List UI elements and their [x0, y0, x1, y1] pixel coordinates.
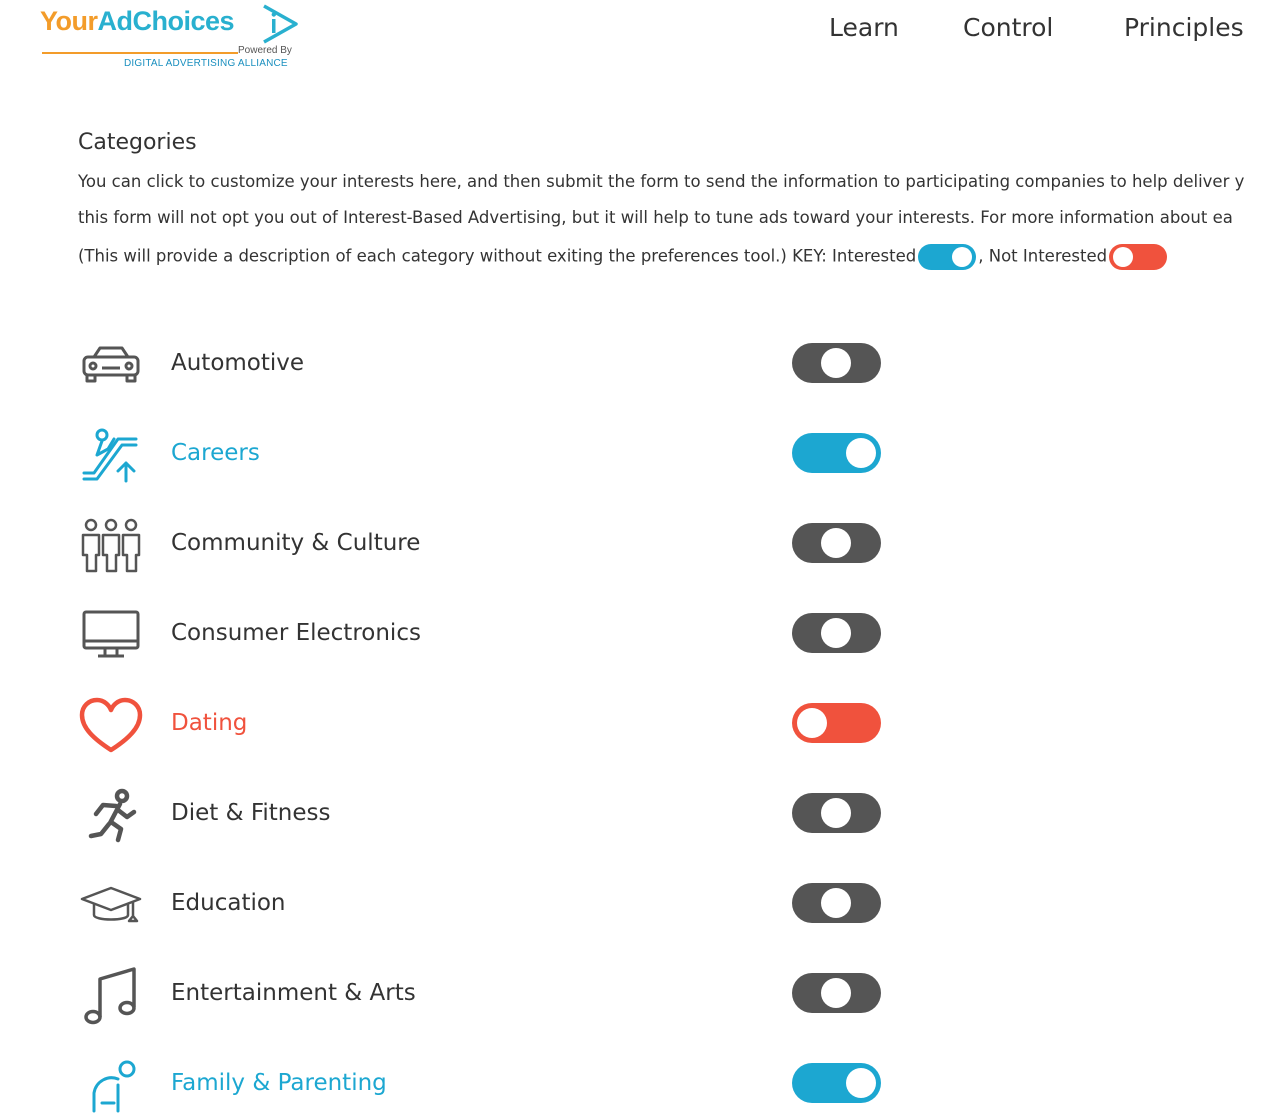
- toggle-knob: [821, 888, 851, 918]
- toggle-knob: [846, 438, 876, 468]
- category-label-education[interactable]: Education: [171, 890, 286, 916]
- category-row-family-parenting: Family & Parenting: [78, 1050, 898, 1120]
- category-row-careers: Careers: [78, 420, 898, 490]
- category-label-automotive[interactable]: Automotive: [171, 350, 304, 376]
- toggle-education[interactable]: [792, 883, 881, 923]
- category-label-entertainment-arts[interactable]: Entertainment & Arts: [171, 980, 416, 1006]
- toggle-community-culture[interactable]: [792, 523, 881, 563]
- category-row-education: Education: [78, 870, 898, 940]
- key-not-interested-toggle: [1109, 244, 1168, 270]
- toggle-knob: [821, 618, 851, 648]
- family-icon: [78, 1055, 144, 1115]
- description-line-1: You can click to customize your interest…: [78, 172, 1245, 191]
- nav-principles[interactable]: Principles: [1124, 13, 1244, 42]
- description-line-2: this form will not opt you out of Intere…: [78, 208, 1233, 227]
- category-label-family-parenting[interactable]: Family & Parenting: [171, 1070, 387, 1096]
- daa-label: DIGITAL ADVERTISING ALLIANCE: [124, 58, 288, 69]
- toggle-diet-fitness[interactable]: [792, 793, 881, 833]
- toggle-knob: [797, 708, 827, 738]
- nav-learn[interactable]: Learn: [829, 13, 899, 42]
- escalator-icon: [78, 425, 144, 485]
- category-label-community-culture[interactable]: Community & Culture: [171, 530, 420, 556]
- page-title: Categories: [78, 130, 197, 155]
- people-group-icon: [78, 515, 144, 575]
- adchoices-icon: [263, 4, 298, 44]
- nav-control[interactable]: Control: [963, 13, 1053, 42]
- category-row-diet-fitness: Diet & Fitness: [78, 780, 898, 850]
- music-note-icon: [78, 965, 144, 1025]
- logo[interactable]: YourAdChoices Powered By DIGITAL ADVERTI…: [38, 2, 308, 74]
- category-row-consumer-electronics: Consumer Electronics: [78, 600, 898, 670]
- toggle-knob: [821, 978, 851, 1008]
- car-icon: [78, 335, 144, 395]
- key-text-not-interested: , Not Interested: [978, 246, 1108, 266]
- toggle-knob: [846, 1068, 876, 1098]
- description-line-3: (This will provide a description of each…: [78, 244, 1169, 270]
- logo-wordmark: YourAdChoices: [40, 6, 235, 36]
- toggle-entertainment-arts[interactable]: [792, 973, 881, 1013]
- key-interested-toggle: [918, 244, 977, 270]
- category-label-careers[interactable]: Careers: [171, 440, 260, 466]
- category-label-diet-fitness[interactable]: Diet & Fitness: [171, 800, 330, 826]
- category-label-consumer-electronics[interactable]: Consumer Electronics: [171, 620, 421, 646]
- toggle-knob: [821, 798, 851, 828]
- toggle-family-parenting[interactable]: [792, 1063, 881, 1103]
- powered-by: Powered By: [238, 45, 292, 56]
- toggle-automotive[interactable]: [792, 343, 881, 383]
- key-text-interested: (This will provide a description of each…: [78, 246, 917, 266]
- category-row-entertainment-arts: Entertainment & Arts: [78, 960, 898, 1030]
- monitor-icon: [78, 605, 144, 665]
- category-row-dating: Dating: [78, 690, 898, 760]
- toggle-knob: [821, 528, 851, 558]
- category-row-community-culture: Community & Culture: [78, 510, 898, 580]
- toggle-dating[interactable]: [792, 703, 881, 743]
- category-label-dating[interactable]: Dating: [171, 710, 247, 736]
- toggle-consumer-electronics[interactable]: [792, 613, 881, 653]
- logo-rule: [42, 52, 238, 54]
- category-row-automotive: Automotive: [78, 330, 898, 400]
- toggle-careers[interactable]: [792, 433, 881, 473]
- runner-icon: [78, 785, 144, 845]
- toggle-knob: [821, 348, 851, 378]
- graduation-cap-icon: [78, 875, 144, 935]
- heart-icon: [78, 695, 144, 755]
